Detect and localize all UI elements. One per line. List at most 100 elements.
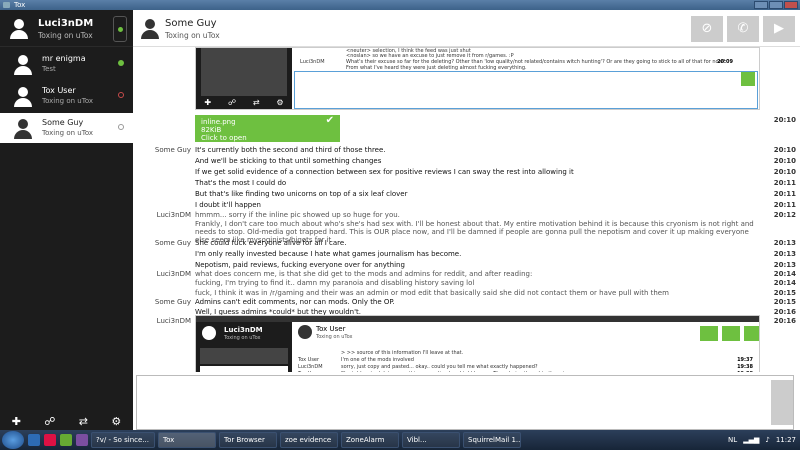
message-text: Nepotism, paid reviews, fucking everyone… (195, 261, 405, 269)
inline-image-top[interactable]: ✚ ☍ ⇄ ⚙ <neuter> selection, I think the fee… (195, 47, 760, 110)
image-composer (294, 71, 758, 109)
self-profile[interactable]: Luci3nDM Toxing on uTox (0, 10, 133, 47)
message-text: I doubt it'll happen (195, 201, 261, 209)
image-sidebar: ✚ ☍ ⇄ ⚙ (196, 48, 292, 109)
taskbar-item[interactable]: Tox (158, 432, 216, 448)
settings-icon[interactable]: ⚙ (111, 415, 121, 428)
image-call-button (722, 326, 740, 341)
message-text: what does concern me, is that she did ge… (195, 270, 533, 278)
attach-button[interactable]: ⊘ (691, 16, 723, 42)
message-author: Luci3nDM (156, 317, 191, 325)
message-author: Some Guy (154, 239, 191, 247)
minimize-button[interactable] (754, 1, 768, 9)
groups-icon[interactable]: ☍ (44, 415, 55, 428)
taskbar-item[interactable]: Tor Browser (219, 432, 277, 448)
message-author: Some Guy (154, 146, 191, 154)
status-dot (118, 27, 123, 32)
image-author: Luci3nDM (298, 364, 323, 370)
image-time: 19:37 (737, 357, 753, 363)
message-time: 20:15 (773, 289, 796, 297)
message-text: Admins can't edit comments, nor can mods… (195, 298, 395, 306)
taskbar-item[interactable]: ?v/ - So since... (91, 432, 155, 448)
app-icon[interactable] (60, 434, 72, 446)
clock[interactable]: 11:27 (776, 436, 796, 444)
message-time: 20:10 (773, 157, 796, 165)
status-dot (118, 124, 124, 130)
message-text: fuck, I think it was in /r/gaming and th… (195, 289, 669, 297)
send-button[interactable] (771, 380, 793, 425)
file-size: 82KiB (201, 126, 222, 134)
friend-item-tox-user[interactable]: Tox User Toxing on uTox (0, 81, 133, 111)
message-time: 20:13 (773, 261, 796, 269)
self-name[interactable]: Luci3nDM (38, 18, 93, 29)
message-time: 20:10 (773, 116, 796, 124)
message-input[interactable] (136, 375, 794, 430)
sidebar: Luci3nDM Toxing on uTox mr enigma Test T… (0, 10, 133, 430)
maximize-button[interactable] (769, 1, 783, 9)
friend-item-mr-enigma[interactable]: mr enigma Test (0, 49, 133, 79)
message-time: 20:12 (773, 211, 796, 219)
add-friend-icon[interactable]: ✚ (12, 415, 21, 428)
message-time: 20:13 (773, 239, 796, 247)
explorer-icon[interactable] (28, 434, 40, 446)
taskbar-item[interactable]: zoe evidence (280, 432, 338, 448)
window-title: Tox (14, 1, 26, 9)
image-attach-button (700, 326, 718, 341)
image-author: Luci3nDM (300, 59, 325, 65)
friend-name: Tox User (42, 86, 76, 95)
image-line: > >> source of this information I'll lea… (341, 350, 464, 356)
language-indicator[interactable]: NL (728, 436, 737, 444)
avatar (202, 326, 216, 340)
message-text: fucking, I'm trying to find it.. damn my… (195, 279, 475, 287)
avatar (12, 117, 34, 139)
call-button[interactable]: ✆ (727, 16, 759, 42)
message-author: Luci3nDM (156, 211, 191, 219)
peer-status: Toxing on uTox (165, 31, 220, 40)
friend-name: mr enigma (42, 54, 86, 63)
avatar (298, 325, 312, 339)
friend-status: Toxing on uTox (42, 129, 94, 137)
friend-name: Some Guy (42, 118, 84, 127)
self-status-toggle[interactable] (113, 16, 127, 42)
friend-item-some-guy[interactable]: Some Guy Toxing on uTox (0, 113, 133, 143)
transfers-icon[interactable]: ⇄ (79, 415, 88, 428)
media-icon[interactable] (44, 434, 56, 446)
window-controls (754, 1, 798, 9)
start-button[interactable] (2, 431, 24, 449)
app-icon[interactable] (76, 434, 88, 446)
image-line: I'm one of the mods involved (341, 357, 414, 363)
windows-taskbar: ?v/ - So since... Tox Tor Browser zoe evide… (0, 430, 800, 450)
video-button[interactable]: ▶ (763, 16, 795, 42)
close-button[interactable] (784, 1, 798, 9)
message-time: 20:11 (773, 201, 796, 209)
groups-icon: ☍ (227, 98, 237, 107)
message-author: Luci3nDM (156, 270, 191, 278)
taskbar-item[interactable]: SquirrelMail 1... (463, 432, 521, 448)
image-friend-item (200, 366, 288, 372)
image-self-name: Luci3nDM (224, 326, 263, 334)
peer-name: Some Guy (165, 18, 217, 29)
taskbar-item[interactable]: Vibl... (402, 432, 460, 448)
message-text: hmmm... sorry if the inline pic showed u… (195, 211, 400, 219)
status-dot (118, 92, 124, 98)
file-transfer[interactable]: inline.png 82KiB Click to open ✔ (195, 115, 340, 142)
tox-app-icon (3, 2, 10, 8)
call-icon: ✆ (737, 21, 749, 36)
image-self-status: Toxing on uTox (224, 335, 261, 341)
network-icon[interactable]: ▂▄▆ (743, 436, 759, 444)
image-line: sorry, just copy and pasted... okay.. co… (341, 364, 538, 370)
image-line: What's their excuse so far for the delet… (346, 59, 726, 71)
message-text: It's currently both the second and third… (195, 146, 386, 154)
transfers-icon: ⇄ (252, 98, 260, 107)
self-status[interactable]: Toxing on uTox (38, 31, 93, 40)
file-name: inline.png (201, 118, 236, 126)
volume-icon[interactable]: ♪ (765, 436, 769, 444)
avatar (12, 53, 34, 75)
taskbar-item[interactable]: ZoneAlarm (341, 432, 399, 448)
file-open-link[interactable]: Click to open (201, 134, 334, 142)
image-author: Tox User (298, 371, 319, 372)
chat-header: Some Guy Toxing on uTox ⊘ ✆ ▶ (133, 10, 800, 47)
inline-image-bottom[interactable]: Luci3nDM Toxing on uTox Tox User Toxing … (195, 315, 760, 372)
sidebar-toolbar: ✚ ☍ ⇄ ⚙ (0, 412, 133, 430)
attach-icon: ⊘ (701, 21, 713, 36)
